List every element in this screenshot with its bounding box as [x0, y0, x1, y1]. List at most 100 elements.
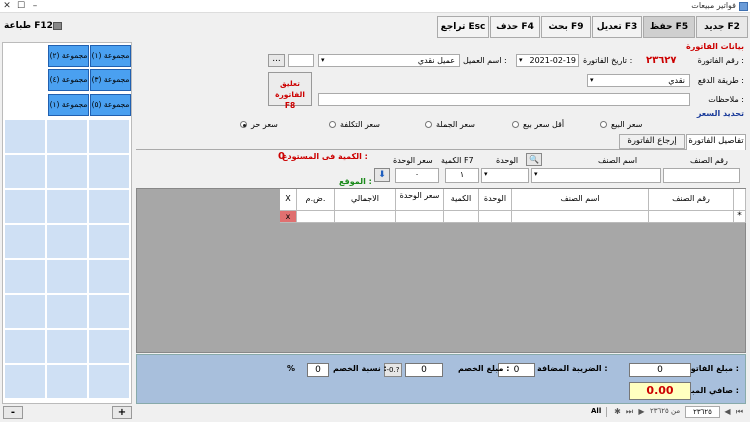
item-cell[interactable]: [4, 329, 46, 364]
tab-invoice-returns[interactable]: إرجاع الفاتورة: [619, 134, 685, 149]
unit-price-input[interactable]: ٠: [395, 168, 439, 183]
maximize-icon[interactable]: ☐: [14, 0, 28, 13]
prev-record-icon[interactable]: ◀: [722, 406, 733, 417]
delete-row-button[interactable]: x: [280, 211, 297, 223]
notes-label: ملاحظات :: [708, 95, 744, 104]
item-number-input[interactable]: [663, 168, 740, 183]
chevron-down-icon: ▾: [534, 170, 538, 178]
search-icon[interactable]: 🔍: [526, 153, 542, 166]
chevron-down-icon: ▾: [321, 56, 325, 64]
payment-method-select[interactable]: ▾ نقدي: [587, 74, 690, 87]
new-record-icon[interactable]: ✱: [612, 406, 623, 417]
column-header[interactable]: اسم الصنف: [512, 189, 649, 211]
item-cell[interactable]: [4, 224, 46, 259]
tab-invoice-details[interactable]: تفاصيل الفاتورة: [686, 134, 746, 150]
table-cell[interactable]: [396, 211, 444, 223]
add-item-arrow-icon[interactable]: ⬇: [374, 168, 390, 182]
group-button[interactable]: مجموعة (١): [90, 45, 131, 67]
plus-button[interactable]: +: [112, 406, 132, 419]
item-cell[interactable]: [4, 259, 46, 294]
radio-button[interactable]: [600, 121, 607, 128]
group-button[interactable]: مجموعة (٤): [48, 69, 89, 91]
radio-button[interactable]: [425, 121, 432, 128]
title-bar: فواتير مبيعات ✕ ☐ –: [0, 0, 750, 13]
discount-percent-input[interactable]: 0: [307, 363, 329, 377]
percent-sign: %: [287, 364, 296, 373]
item-cell[interactable]: [46, 119, 88, 154]
first-record-icon[interactable]: ⏮: [734, 406, 745, 417]
notes-input[interactable]: [318, 93, 690, 106]
column-header[interactable]: سعر الوحدة: [396, 189, 444, 211]
column-header[interactable]: X: [280, 189, 297, 211]
item-cell[interactable]: [88, 329, 130, 364]
item-cell[interactable]: [46, 259, 88, 294]
invoice-total-value: 0: [629, 363, 691, 377]
invoice-number-label: رقم الفاتورة :: [697, 56, 744, 65]
save-button[interactable]: حفظ F5: [643, 16, 695, 38]
table-cell[interactable]: [649, 211, 734, 223]
stock-value: 0: [278, 151, 285, 162]
item-cell[interactable]: [46, 364, 88, 399]
column-header[interactable]: الوحدة: [479, 189, 512, 211]
invoice-date-field[interactable]: ▾ 2021-02-19: [516, 54, 579, 67]
discount-amount-input[interactable]: 0: [405, 363, 443, 377]
column-header[interactable]: الكمية: [444, 189, 479, 211]
item-cell[interactable]: [46, 189, 88, 224]
printer-icon: [53, 22, 62, 30]
customer-select[interactable]: ▾ عميل نقدي: [318, 54, 460, 67]
item-cell[interactable]: [4, 294, 46, 329]
item-cell[interactable]: [46, 294, 88, 329]
item-cell[interactable]: [88, 189, 130, 224]
table-cell[interactable]: [512, 211, 649, 223]
item-name-select[interactable]: ▾: [531, 168, 661, 183]
item-cell[interactable]: [88, 364, 130, 399]
suspend-invoice-button[interactable]: تعليق الفاتورة F8: [268, 72, 312, 110]
radio-button[interactable]: [240, 121, 247, 128]
minimize-icon[interactable]: –: [28, 0, 42, 13]
radio-button[interactable]: [329, 121, 336, 128]
delete-button[interactable]: حذف F4: [490, 16, 540, 38]
column-header[interactable]: الاجمالي: [335, 189, 396, 211]
radio-button[interactable]: [512, 121, 519, 128]
item-cell[interactable]: [88, 294, 130, 329]
item-cell[interactable]: [46, 154, 88, 189]
minus-button[interactable]: -: [3, 406, 23, 419]
search-button[interactable]: بحث F9: [541, 16, 591, 38]
customer-browse-button[interactable]: ...: [268, 54, 285, 67]
item-cell[interactable]: [88, 154, 130, 189]
print-button[interactable]: طباعة F12: [2, 16, 64, 38]
group-button[interactable]: مجموعة (٢): [48, 45, 89, 67]
item-cell[interactable]: [88, 224, 130, 259]
group-button[interactable]: مجموعة (٥): [90, 94, 131, 116]
item-cell[interactable]: [4, 119, 46, 154]
new-row-marker: *: [734, 211, 746, 223]
quantity-input[interactable]: ١: [445, 168, 479, 183]
item-cell[interactable]: [4, 364, 46, 399]
item-cell[interactable]: [46, 329, 88, 364]
last-record-icon[interactable]: ⏭: [624, 406, 635, 417]
next-record-icon[interactable]: ▶: [636, 406, 647, 417]
group-button[interactable]: مجموعة (٣): [90, 69, 131, 91]
filter-all[interactable]: All: [591, 407, 601, 415]
column-header[interactable]: رقم الصنف: [649, 189, 734, 211]
table-cell[interactable]: [335, 211, 396, 223]
back-button[interactable]: تراجع Esc: [437, 16, 489, 38]
item-cell[interactable]: [88, 119, 130, 154]
unit-select[interactable]: ▾: [481, 168, 529, 183]
table-cell[interactable]: [479, 211, 512, 223]
table-cell[interactable]: [444, 211, 479, 223]
new-button[interactable]: جديد F2: [696, 16, 748, 38]
group-button[interactable]: مجموعة (١): [48, 94, 89, 116]
column-header[interactable]: ض.م.: [297, 189, 335, 211]
close-icon[interactable]: ✕: [0, 0, 14, 13]
customer-code-field[interactable]: [288, 54, 314, 67]
table-cell[interactable]: [297, 211, 335, 223]
items-table[interactable]: رقم الصنف اسم الصنف الوحدة الكمية سعر ال…: [136, 188, 746, 353]
item-cell[interactable]: [46, 224, 88, 259]
item-cell[interactable]: [4, 154, 46, 189]
edit-button[interactable]: تعديل F3: [592, 16, 642, 38]
item-cell[interactable]: [88, 259, 130, 294]
item-cell[interactable]: [4, 189, 46, 224]
chevron-down-icon: ▾: [590, 76, 594, 84]
record-number-input[interactable]: ٢٣٦٢٥: [685, 406, 720, 418]
